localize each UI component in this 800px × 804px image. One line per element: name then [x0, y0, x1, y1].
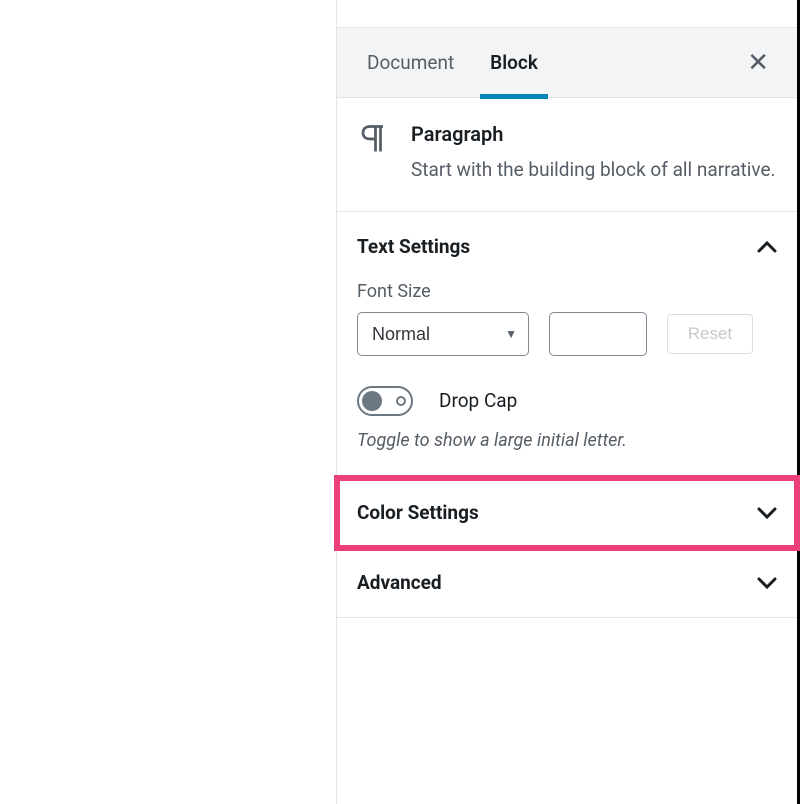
drop-cap-toggle[interactable]	[357, 386, 413, 416]
tab-block[interactable]: Block	[480, 28, 548, 98]
panel-title-advanced: Advanced	[357, 571, 442, 594]
top-spacer	[337, 0, 797, 28]
panel-advanced: Advanced	[337, 548, 797, 618]
chevron-down-icon	[757, 570, 777, 595]
panel-color-settings: Color Settings	[337, 478, 797, 548]
chevron-up-icon	[757, 234, 777, 259]
sidebar-tabs: Document Block ✕	[337, 28, 797, 98]
block-title: Paragraph	[411, 122, 776, 146]
font-size-row: Normal ▼ Reset	[357, 312, 777, 356]
chevron-down-icon	[757, 500, 777, 525]
drop-cap-help-text: Toggle to show a large initial letter.	[357, 428, 777, 453]
panel-body-text-settings: Font Size Normal ▼ Reset Drop Cap Togg	[337, 281, 797, 477]
panel-header-text-settings[interactable]: Text Settings	[337, 212, 797, 281]
panel-title-color-settings: Color Settings	[357, 501, 479, 524]
paragraph-icon	[357, 122, 389, 185]
settings-sidebar: Document Block ✕ Paragraph Start with th…	[336, 0, 800, 804]
close-sidebar-button[interactable]: ✕	[739, 42, 777, 84]
block-info-text: Paragraph Start with the building block …	[411, 122, 776, 185]
font-size-reset-button[interactable]: Reset	[667, 314, 753, 354]
font-size-custom-input[interactable]	[549, 312, 647, 356]
drop-cap-label: Drop Cap	[439, 389, 517, 412]
font-size-select-wrap: Normal ▼	[357, 312, 529, 356]
toggle-knob-icon	[362, 391, 382, 411]
block-info-card: Paragraph Start with the building block …	[337, 98, 797, 212]
tab-document[interactable]: Document	[357, 28, 464, 98]
font-size-label: Font Size	[357, 281, 777, 302]
panel-title-text-settings: Text Settings	[357, 235, 470, 258]
panel-header-advanced[interactable]: Advanced	[337, 548, 797, 617]
drop-cap-row: Drop Cap	[357, 386, 777, 416]
font-size-select[interactable]: Normal	[357, 312, 529, 356]
block-description: Start with the building block of all nar…	[411, 156, 776, 185]
panel-header-color-settings[interactable]: Color Settings	[337, 478, 797, 547]
panel-text-settings: Text Settings Font Size Normal ▼ Reset	[337, 212, 797, 478]
close-icon: ✕	[747, 48, 769, 78]
toggle-track-icon	[396, 396, 406, 406]
